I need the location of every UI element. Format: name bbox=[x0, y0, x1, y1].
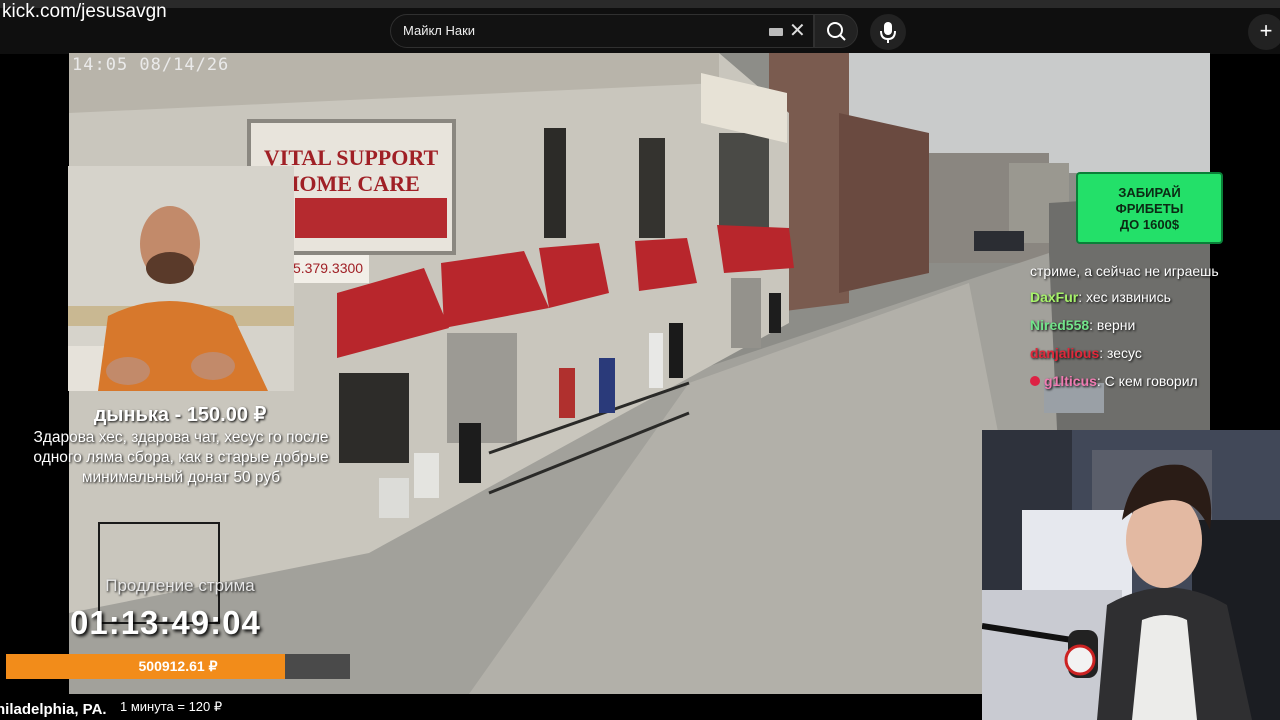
keyboard-icon[interactable] bbox=[769, 28, 783, 36]
donation-progress-amount: 500912.61 ₽ bbox=[138, 658, 218, 674]
donation-progress-bar: 500912.61 ₽ bbox=[6, 654, 350, 679]
chat-username[interactable]: Nired558 bbox=[1030, 317, 1089, 333]
promo-banner[interactable]: ЗАБИРАЙ ФРИБЕТЫ ДО 1600$ bbox=[1076, 172, 1223, 244]
chat-text: : хес извинись bbox=[1078, 289, 1171, 305]
search-button[interactable] bbox=[814, 14, 858, 48]
streamer-webcam bbox=[68, 166, 294, 391]
person-at-desk bbox=[982, 430, 1280, 720]
close-icon[interactable]: ✕ bbox=[789, 18, 806, 44]
chat-message: Nired558: верни bbox=[1030, 314, 1135, 336]
second-webcam bbox=[982, 430, 1280, 720]
sign-line-2: HOME CARE bbox=[282, 171, 420, 196]
chat-username[interactable]: danjalious bbox=[1030, 345, 1099, 361]
streamer-figure bbox=[68, 166, 294, 391]
tab-strip bbox=[0, 0, 1280, 8]
search-field[interactable]: Майкл Наки ✕ bbox=[390, 14, 814, 48]
sign-phone: 5.379.3300 bbox=[293, 260, 363, 276]
page-url[interactable]: kick.com/jesusavgn bbox=[2, 0, 167, 24]
camera-timestamp: 14:05 08/14/26 bbox=[72, 55, 230, 75]
chat-message: g1lticus: С кем говорил bbox=[1030, 370, 1198, 392]
voice-search-button[interactable] bbox=[870, 14, 906, 50]
chat-partial-line: стриме, а сейчас не играешь bbox=[1030, 263, 1219, 279]
extension-rate-label: 1 минута = 120 ₽ bbox=[120, 699, 223, 714]
chat-text: : зесус bbox=[1099, 345, 1142, 361]
promo-line-3: ДО 1600$ bbox=[1119, 217, 1180, 232]
search-icon bbox=[827, 22, 846, 41]
mic-icon bbox=[880, 22, 896, 43]
donation-message: Здарова хес, здарова чат, хесус го после… bbox=[33, 429, 329, 486]
location-label: hiladelphia, PA. bbox=[0, 701, 107, 718]
search-input[interactable]: Майкл Наки bbox=[403, 15, 475, 47]
stream-extension-label: Продление стрима bbox=[105, 576, 255, 595]
chat-text: : С кем говорил bbox=[1096, 373, 1198, 389]
promo-line-2: ФРИБЕТЫ bbox=[1115, 201, 1184, 216]
plus-icon[interactable]: + bbox=[1248, 14, 1280, 50]
badge-icon bbox=[1030, 376, 1040, 386]
browser-top-bar: kick.com/jesusavgn Майкл Наки ✕ + bbox=[0, 0, 1280, 54]
chat-message: DaxFur: хес извинись bbox=[1030, 286, 1171, 308]
stream-extension-timer: 01:13:49:04 bbox=[70, 604, 261, 641]
promo-line-1: ЗАБИРАЙ bbox=[1118, 185, 1181, 200]
chat-message: danjalious: зесус bbox=[1030, 342, 1142, 364]
chat-text: : верни bbox=[1089, 317, 1136, 333]
chat-username[interactable]: DaxFur bbox=[1030, 289, 1078, 305]
chat-username[interactable]: g1lticus bbox=[1044, 373, 1097, 389]
donation-title: дынька - 150.00 ₽ bbox=[93, 404, 267, 426]
